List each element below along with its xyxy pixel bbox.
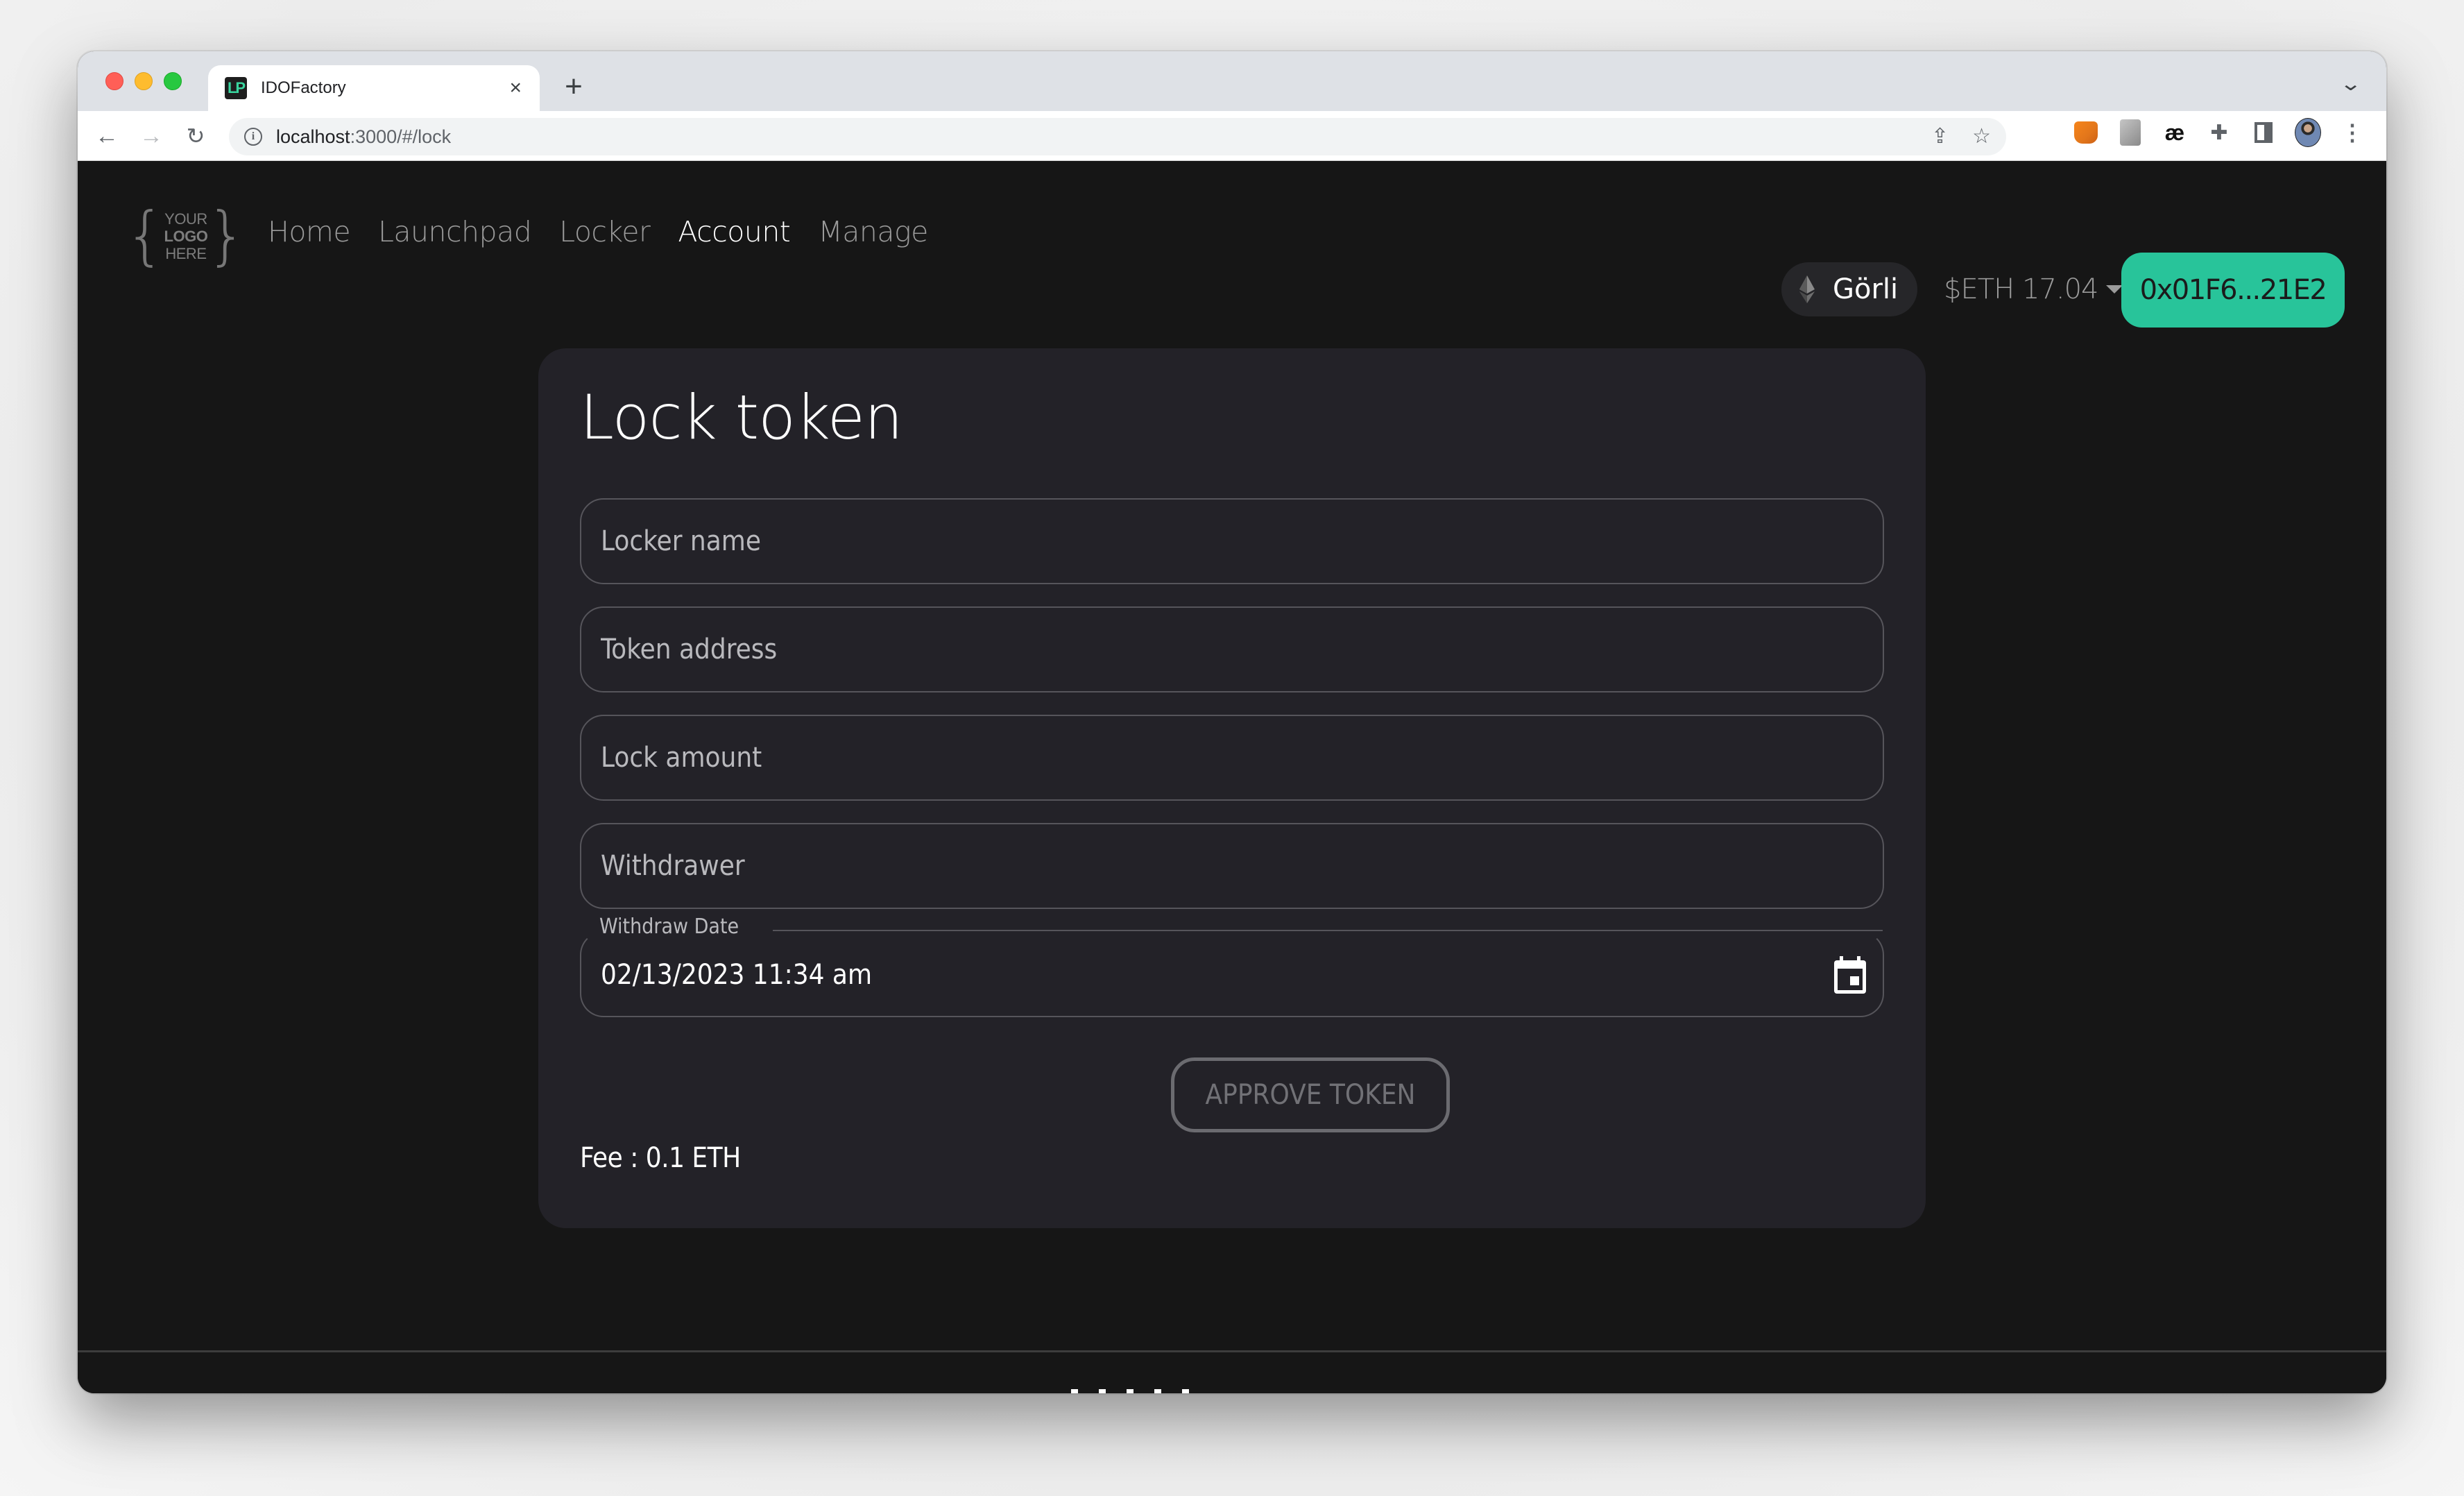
locker-name-field[interactable] xyxy=(580,498,1884,584)
reload-button[interactable]: ↻ xyxy=(180,121,211,151)
tab-title: IDOFactory xyxy=(261,78,346,97)
extensions-row: æ ✚ ⋮ xyxy=(2073,118,2365,147)
page-title: Lock token xyxy=(580,382,903,453)
date-field-top-border xyxy=(773,930,1883,931)
logo-text: YOUR LOGO HERE xyxy=(164,210,208,262)
logo-line: LOGO xyxy=(164,227,208,245)
star-icon[interactable]: ☆ xyxy=(1972,125,1991,148)
kebab-menu-icon[interactable]: ⋮ xyxy=(2339,119,2365,146)
lock-amount-input[interactable] xyxy=(601,716,1883,799)
tab-strip: LP IDOFactory × + ⌄ xyxy=(78,51,2386,111)
logo-line: YOUR xyxy=(164,210,207,228)
logo[interactable]: { YOUR LOGO HERE } xyxy=(125,198,247,273)
tap-extension-icon[interactable] xyxy=(2117,119,2144,146)
logo-brace-left: { xyxy=(125,198,166,273)
withdraw-date-field[interactable]: 02/13/2023 11:34 am xyxy=(580,931,1884,1017)
lock-token-card: Lock token 02/13/2023 11:34 am xyxy=(538,348,1926,1228)
app-page: { YOUR LOGO HERE } Home Launchpad Locker… xyxy=(78,161,2386,1393)
withdraw-date-label: Withdraw Date xyxy=(597,915,742,939)
nav-manage[interactable]: Manage xyxy=(818,215,928,248)
metamask-icon[interactable] xyxy=(2073,119,2099,146)
caret-down-icon xyxy=(2106,285,2123,294)
balance-label: $ETH 17.04 xyxy=(1944,273,2098,305)
approve-token-button[interactable]: APPROVE TOKEN xyxy=(1171,1057,1450,1132)
nav-locker[interactable]: Locker xyxy=(559,215,651,248)
locker-name-input[interactable] xyxy=(601,500,1883,583)
close-window-button[interactable] xyxy=(105,72,123,90)
withdraw-date-value[interactable]: 02/13/2023 11:34 am xyxy=(601,959,872,991)
favicon-icon: LP xyxy=(225,77,247,99)
share-icon[interactable]: ⇪ xyxy=(1931,125,1949,148)
address-bar[interactable]: i localhost:3000/#/lock ⇪ ☆ xyxy=(229,118,2006,155)
url-text[interactable]: localhost:3000/#/lock xyxy=(276,126,451,148)
maximize-window-button[interactable] xyxy=(164,72,182,90)
profile-avatar[interactable] xyxy=(2295,118,2321,147)
wallet-address-button[interactable]: 0x01F6...21E2 xyxy=(2121,253,2345,328)
nav-home[interactable]: Home xyxy=(268,215,351,248)
window-controls xyxy=(105,72,182,90)
calendar-icon[interactable] xyxy=(1833,956,1867,995)
tab-search-chevron-icon[interactable]: ⌄ xyxy=(2339,72,2362,95)
token-address-field[interactable] xyxy=(580,606,1884,692)
lock-amount-field[interactable] xyxy=(580,715,1884,801)
ethereum-icon xyxy=(1799,275,1815,303)
token-address-input[interactable] xyxy=(601,608,1883,691)
url-path: :3000/#/lock xyxy=(350,126,452,147)
minimize-window-button[interactable] xyxy=(135,72,153,90)
withdrawer-field[interactable] xyxy=(580,823,1884,909)
back-button[interactable]: ← xyxy=(92,121,122,151)
logo-brace-right: } xyxy=(206,198,247,273)
info-icon[interactable]: i xyxy=(244,128,262,146)
logo-line: HERE xyxy=(165,244,207,262)
main-nav: Home Launchpad Locker Account Manage xyxy=(268,215,928,248)
browser-toolbar: ← → ↻ i localhost:3000/#/lock ⇪ ☆ æ ✚ ⋮ xyxy=(78,111,2386,161)
withdrawer-input[interactable] xyxy=(601,824,1883,908)
ae-extension-icon[interactable]: æ xyxy=(2162,119,2188,146)
footer-heading-clipped xyxy=(1071,1384,1418,1393)
fee-text: Fee : 0.1 ETH xyxy=(580,1142,741,1174)
puzzle-extensions-icon[interactable]: ✚ xyxy=(2206,119,2232,146)
close-tab-icon[interactable]: × xyxy=(509,78,522,99)
network-label: Görli xyxy=(1833,273,1899,305)
nav-launchpad[interactable]: Launchpad xyxy=(378,215,532,248)
network-selector[interactable]: Görli xyxy=(1781,262,1917,316)
side-panel-icon[interactable] xyxy=(2250,119,2277,146)
footer-divider xyxy=(78,1350,2386,1352)
new-tab-button[interactable]: + xyxy=(556,69,591,104)
forward-button[interactable]: → xyxy=(136,121,166,151)
browser-window: LP IDOFactory × + ⌄ ← → ↻ i localhost:30… xyxy=(78,51,2386,1393)
tab-idofactory[interactable]: LP IDOFactory × xyxy=(208,65,540,111)
balance-dropdown[interactable]: $ETH 17.04 xyxy=(1944,262,2123,317)
nav-account[interactable]: Account xyxy=(678,215,791,248)
url-host: localhost xyxy=(276,126,350,147)
